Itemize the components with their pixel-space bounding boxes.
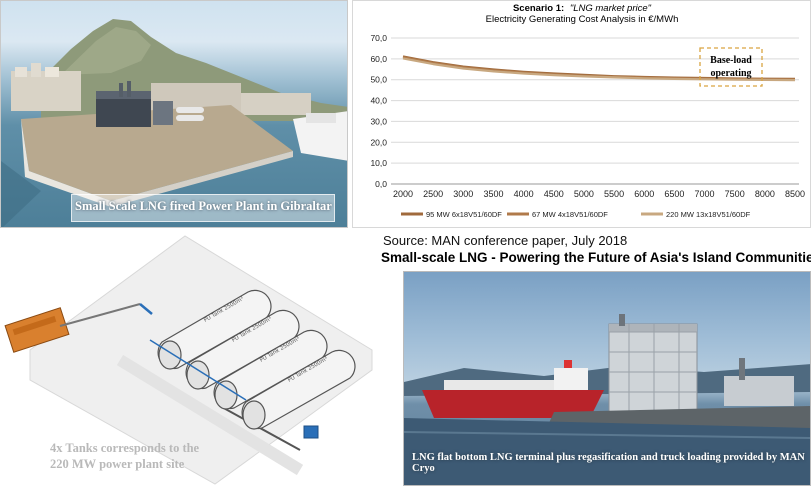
gibraltar-render-image: Small Scale LNG fired Power Plant in Gib… bbox=[0, 0, 348, 228]
y-tick-label: 0,0 bbox=[375, 179, 387, 189]
terminal-caption: LNG flat bottom LNG terminal plus regasi… bbox=[412, 452, 805, 474]
y-tick-label: 70,0 bbox=[370, 33, 387, 43]
y-tick-label: 10,0 bbox=[370, 158, 387, 168]
x-tick-label: 8000 bbox=[755, 189, 775, 199]
x-tick-label: 2500 bbox=[423, 189, 443, 199]
x-tick-label: 4000 bbox=[514, 189, 534, 199]
x-tick-label: 2000 bbox=[393, 189, 413, 199]
y-tick-label: 50,0 bbox=[370, 75, 387, 85]
x-tick-label: 7000 bbox=[695, 189, 715, 199]
y-tick-label: 60,0 bbox=[370, 54, 387, 64]
x-tick-label: 6500 bbox=[664, 189, 684, 199]
source-text: Source: MAN conference paper, July 2018 bbox=[383, 233, 628, 248]
chart-legend: 95 MW 6x18V51/60DF 67 MW 4x18V51/60DF 220 … bbox=[401, 210, 751, 219]
y-tick-label: 20,0 bbox=[370, 137, 387, 147]
lng-terminal-photo: LNG flat bottom LNG terminal plus regasi… bbox=[403, 271, 811, 486]
chart-subtitle: Electricity Generating Cost Analysis in … bbox=[486, 14, 679, 25]
annotation-line-1: Base-load bbox=[710, 55, 752, 66]
x-tick-label: 5500 bbox=[604, 189, 624, 199]
x-tick-label: 5000 bbox=[574, 189, 594, 199]
lng-tanks-drawing: PU Tank 2500m³ PU Tank 2500m³ PU Tank 25… bbox=[0, 230, 378, 486]
chart-title: Scenario 1: "LNG market price" bbox=[513, 3, 652, 14]
gibraltar-caption: Small Scale LNG fired Power Plant in Gib… bbox=[75, 199, 332, 213]
x-tick-label: 3000 bbox=[453, 189, 473, 199]
tanks-caption-line-2: 220 MW power plant site bbox=[50, 457, 185, 471]
x-tick-label: 8500 bbox=[785, 189, 805, 199]
legend-label: 95 MW 6x18V51/60DF bbox=[426, 210, 502, 219]
x-tick-label: 3500 bbox=[483, 189, 503, 199]
x-tick-label: 6000 bbox=[634, 189, 654, 199]
x-tick-label: 7500 bbox=[725, 189, 745, 199]
y-tick-label: 40,0 bbox=[370, 96, 387, 106]
legend-label: 67 MW 4x18V51/60DF bbox=[532, 210, 608, 219]
cost-chart-panel: Scenario 1: "LNG market price" Electrici… bbox=[352, 0, 811, 228]
tanks-isometric-drawing: PU Tank 2500m³ PU Tank 2500m³ PU Tank 25… bbox=[4, 235, 373, 485]
chart-title-italic: "LNG market price" bbox=[570, 3, 652, 14]
x-axis-ticks: 2000 2500 3000 3500 4000 4500 5000 5500 6000 6500… bbox=[393, 189, 805, 199]
headline-text: Small-scale LNG - Powering the Future of… bbox=[381, 250, 811, 265]
tanks-caption-line-1: 4x Tanks corresponds to the bbox=[50, 441, 200, 455]
x-tick-label: 4500 bbox=[544, 189, 564, 199]
legend-label: 220 MW 13x18V51/60DF bbox=[666, 210, 751, 219]
y-axis-ticks: 0,0 10,0 20,0 30,0 40,0 50,0 60,0 70,0 bbox=[370, 33, 387, 189]
y-tick-label: 30,0 bbox=[370, 116, 387, 126]
chart-title-prefix: Scenario 1: bbox=[513, 3, 564, 14]
annotation-line-2: operating bbox=[710, 68, 751, 79]
cost-line-chart: Scenario 1: "LNG market price" Electrici… bbox=[370, 3, 805, 219]
